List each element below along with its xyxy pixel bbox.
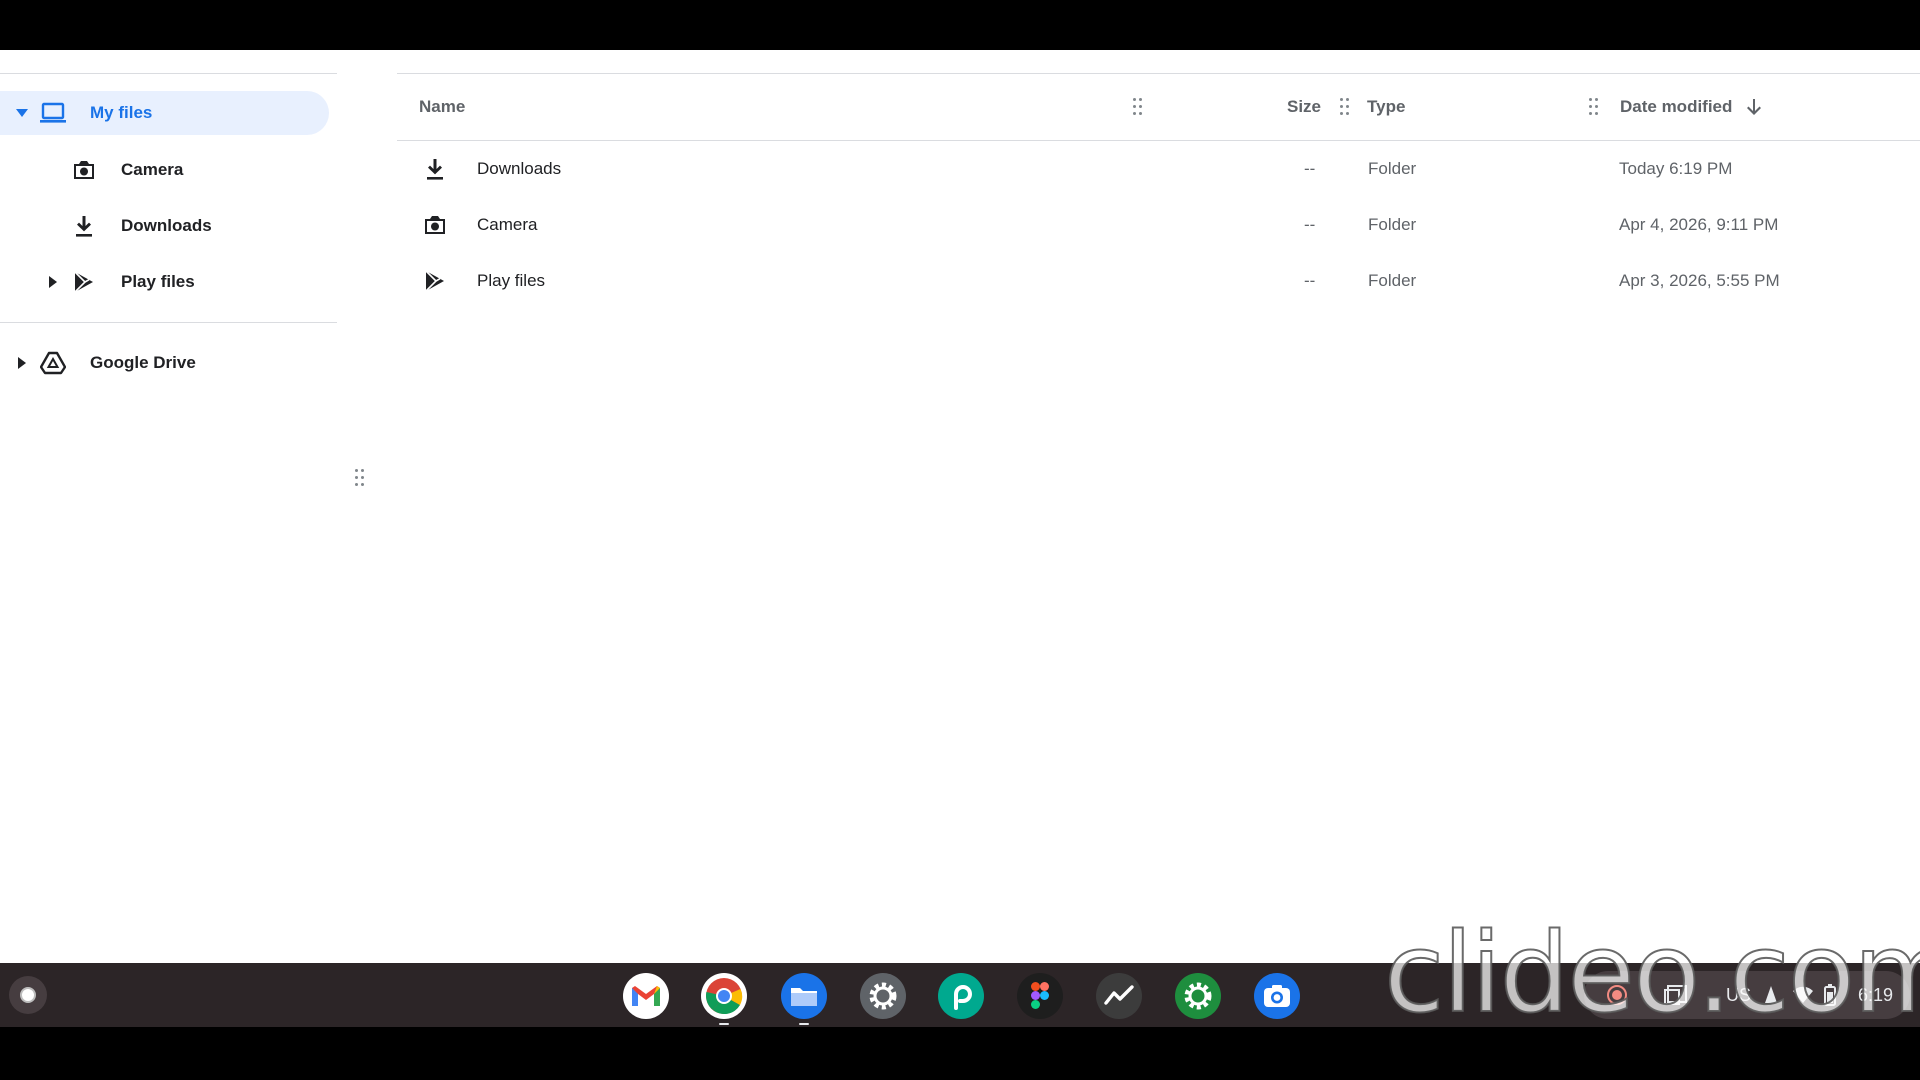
settings-green-icon[interactable] [1175, 973, 1221, 1019]
expand-arrow-icon[interactable] [14, 105, 30, 121]
download-icon [422, 156, 448, 182]
column-header-name[interactable]: Name [419, 74, 465, 140]
sidebar-item-google-drive[interactable]: Google Drive [0, 341, 329, 385]
stocks-icon[interactable] [1096, 973, 1142, 1019]
sort-descending-arrow-icon[interactable] [1746, 74, 1762, 140]
sidebar-item-downloads[interactable]: Downloads [0, 204, 329, 248]
chrome-icon[interactable] [701, 973, 747, 1019]
file-date-modified: Apr 4, 2026, 9:11 PM [1619, 215, 1779, 234]
laptop-icon [40, 100, 66, 126]
file-date-modified: Today 6:19 PM [1619, 159, 1733, 178]
files-app-window: My files Camera Downloads Play files Goo… [0, 50, 1920, 963]
sidebar-item-label: Play files [121, 272, 195, 291]
sidebar-item-label: My files [90, 103, 153, 122]
table-header: Name Size Type Date modified [397, 74, 1920, 141]
file-name: Play files [477, 271, 546, 290]
google-drive-icon [40, 350, 66, 376]
table-row[interactable]: Downloads -- Folder Today 6:19 PM [397, 141, 1920, 197]
file-type: Folder [1368, 215, 1417, 234]
file-size: -- [1304, 215, 1316, 234]
column-resize-handle[interactable] [1589, 98, 1599, 116]
running-indicator [799, 1023, 809, 1025]
launcher-button[interactable] [9, 976, 47, 1014]
sidebar-item-label: Google Drive [90, 353, 196, 372]
column-header-type[interactable]: Type [1367, 74, 1405, 140]
launcher-icon [20, 987, 36, 1003]
file-name: Camera [477, 215, 538, 234]
play-files-icon [422, 268, 448, 294]
gmail-icon[interactable] [623, 973, 669, 1019]
file-date-modified: Apr 3, 2026, 5:55 PM [1619, 271, 1780, 290]
picsart-icon[interactable] [938, 973, 984, 1019]
sidebar-item-label: Camera [121, 160, 184, 179]
expand-arrow-icon[interactable] [14, 355, 30, 371]
navigation-sidebar: My files Camera Downloads Play files Goo… [0, 50, 364, 963]
camera-folder-icon [71, 157, 97, 183]
file-type: Folder [1368, 271, 1417, 290]
download-icon [71, 213, 97, 239]
play-files-icon [71, 269, 97, 295]
camera-folder-icon [422, 212, 448, 238]
watermark: clideo.com [1383, 909, 1920, 1037]
file-list: Name Size Type Date modified Downloads -… [397, 50, 1920, 963]
files-app-icon[interactable] [781, 973, 827, 1019]
camera-app-icon[interactable] [1254, 973, 1300, 1019]
sidebar-item-play-files[interactable]: Play files [0, 260, 329, 304]
table-row[interactable]: Camera -- Folder Apr 4, 2026, 9:11 PM [397, 197, 1920, 253]
file-size: -- [1304, 159, 1316, 178]
file-type: Folder [1368, 159, 1417, 178]
column-header-date-modified[interactable]: Date modified [1620, 74, 1732, 140]
file-name: Downloads [477, 159, 562, 178]
table-row[interactable]: Play files -- Folder Apr 3, 2026, 5:55 P… [397, 253, 1920, 309]
sidebar-resize-handle[interactable] [355, 469, 365, 487]
figma-icon[interactable] [1017, 973, 1063, 1019]
sidebar-item-my-files[interactable]: My files [0, 91, 329, 135]
sidebar-divider [0, 322, 337, 323]
sidebar-item-label: Downloads [121, 216, 212, 235]
expand-arrow-icon[interactable] [45, 274, 61, 290]
file-size: -- [1304, 271, 1316, 290]
column-header-size[interactable]: Size [1287, 74, 1321, 140]
running-indicator [719, 1023, 729, 1025]
settings-icon[interactable] [860, 973, 906, 1019]
column-resize-handle[interactable] [1133, 98, 1143, 116]
column-resize-handle[interactable] [1340, 98, 1350, 116]
sidebar-item-camera[interactable]: Camera [0, 148, 329, 192]
sidebar-divider-top [0, 73, 337, 74]
